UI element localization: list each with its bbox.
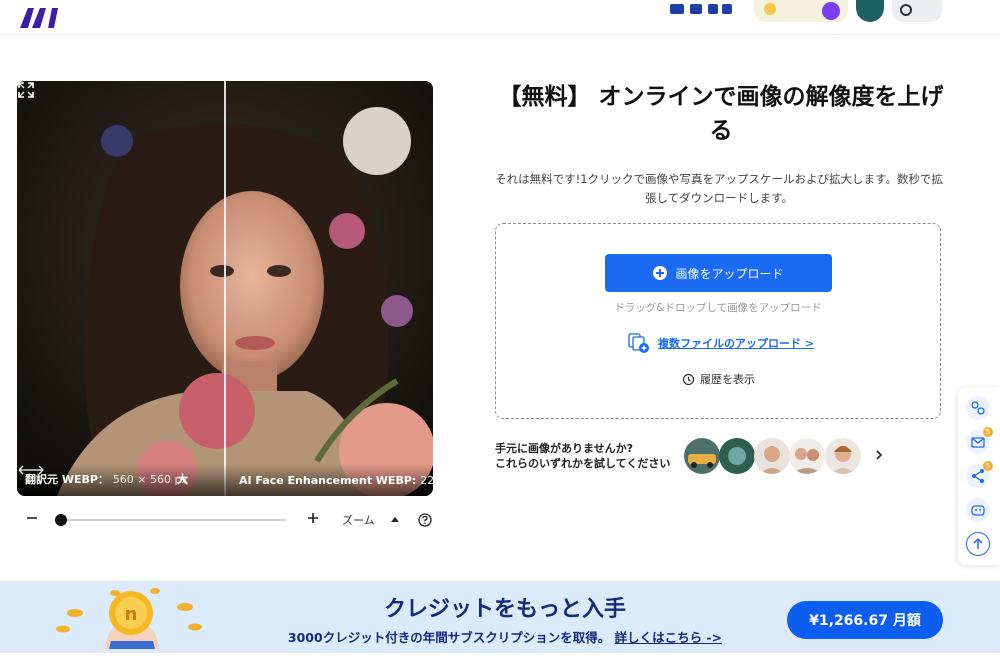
zoom-label: ズーム (342, 514, 375, 527)
people-icon (971, 401, 985, 415)
zoom-slider-knob[interactable] (54, 514, 67, 526)
try-line-2: これらのいずれかを試してください (495, 457, 671, 470)
sample-image-portrait-1[interactable] (754, 438, 790, 474)
side-toolbar: 5 5 (958, 387, 1000, 565)
multi-file-icon (628, 333, 649, 353)
robot-icon (971, 505, 985, 516)
try-line-1: 手元に画像がありませんか? (495, 442, 634, 455)
help-icon[interactable] (418, 513, 432, 527)
minus-icon[interactable] (25, 511, 39, 525)
promo-subtitle: 3000クレジット付きの年間サブスクリプションを取得。 詳しくはこちら -> (287, 630, 723, 645)
community-button[interactable] (966, 396, 990, 420)
enhanced-size: 2240 (420, 474, 433, 487)
page-title: 【無料】 オンラインで画像の解像度を上げる (498, 84, 944, 144)
promo-title: クレジットをもっと入手 (383, 597, 626, 622)
nav-item-3[interactable] (296, 2, 356, 16)
logo[interactable] (18, 6, 60, 28)
original-label: 翻訳元 WEBP： 560 × 560 px (25, 473, 188, 486)
coin-icon (764, 3, 776, 15)
assistant-button[interactable] (966, 498, 990, 522)
upload-dropzone[interactable] (495, 223, 941, 419)
top-header (0, 0, 1000, 35)
page-subtitle: それは無料です!1クリックで画像や写真をアップスケールおよび拡大します。数秒で拡… (495, 172, 943, 205)
compare-arrows-icon (18, 465, 44, 475)
share-badge: 5 (983, 461, 993, 471)
svg-text:n: n (125, 604, 138, 625)
coin-illustration: n (56, 588, 202, 649)
sample-image-car[interactable] (684, 438, 720, 474)
sample-image-portrait-2[interactable] (789, 438, 825, 474)
caret-up-icon[interactable] (390, 515, 400, 523)
credits-pill[interactable] (754, 0, 848, 22)
size-label: 大 (177, 473, 188, 486)
multi-file-upload-link[interactable]: 複数ファイルのアップロード > (628, 332, 814, 354)
chevron-right-icon[interactable] (873, 449, 885, 461)
try-samples-text: 手元に画像がありませんか? これらのいずれかを試してください (495, 441, 670, 471)
pricing-button[interactable]: ¥1,266.67 月額 (787, 601, 943, 639)
share-button[interactable]: 5 (966, 461, 993, 488)
history-label: 履歴を表示 (700, 373, 755, 386)
sample-image-landscape[interactable] (719, 438, 755, 474)
enhanced-label: AI Face Enhancement WEBP: 2240 (239, 474, 433, 487)
premium-icon (822, 2, 840, 20)
scroll-top-button[interactable] (966, 532, 990, 556)
drop-hint: ドラッグ&ドロップして画像をアップロード (614, 302, 822, 314)
avatar[interactable] (856, 0, 884, 22)
multi-upload-label: 複数ファイルのアップロード > (658, 337, 815, 350)
compare-caption: 翻訳元 WEBP： 560 × 560 px 大 AI Face Enhance… (17, 464, 433, 496)
expand-icon[interactable] (17, 81, 35, 99)
nav-item-4[interactable] (398, 2, 428, 16)
mail-badge: 5 (983, 427, 993, 437)
history-icon (682, 373, 695, 385)
image-comparison[interactable]: 翻訳元 WEBP： 560 × 560 px 大 AI Face Enhance… (17, 81, 433, 496)
language-selector[interactable] (892, 0, 942, 22)
mail-button[interactable]: 5 (966, 427, 993, 454)
upload-button-label: 画像をアップロード (675, 266, 784, 281)
nav-item-2[interactable] (186, 2, 276, 16)
brand-mark[interactable] (668, 2, 734, 16)
nav-item-5[interactable] (454, 2, 484, 16)
sample-image-portrait-3[interactable] (825, 438, 861, 474)
plus-circle-icon (653, 266, 668, 280)
arrow-up-icon (973, 537, 983, 549)
compare-divider[interactable] (224, 81, 226, 496)
plus-icon[interactable] (306, 511, 320, 525)
globe-icon (900, 4, 912, 16)
history-link[interactable]: 履歴を表示 (682, 371, 755, 387)
zoom-slider[interactable] (56, 519, 286, 521)
nav-item-1[interactable] (92, 2, 142, 16)
promo-details-link[interactable]: 詳しくはこちら -> (615, 630, 723, 645)
upload-image-button[interactable]: 画像をアップロード (605, 254, 832, 292)
